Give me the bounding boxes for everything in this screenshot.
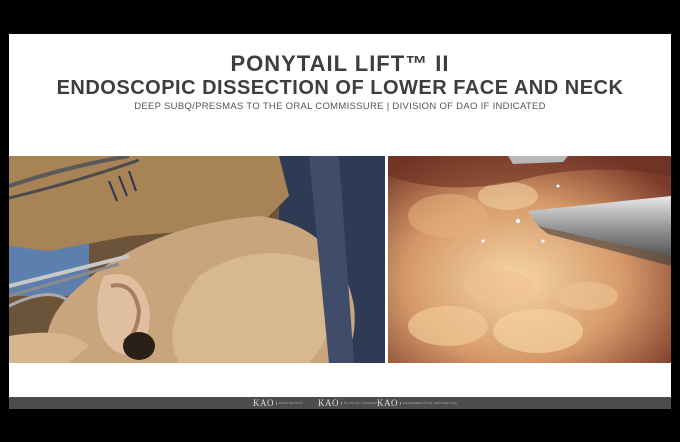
slide: PONYTAIL LIFT™ II ENDOSCOPIC DISSECTION …	[9, 34, 671, 409]
external-surgical-view-image	[9, 156, 385, 363]
slide-caption: DEEP SUBQ/PRESMAS TO THE ORAL COMMISSURE…	[134, 101, 546, 112]
endoscopic-view-illustration	[388, 156, 671, 363]
footer-bar: KAO AESTHETICS KAO PLASTIC SURGERY KAO R…	[9, 397, 671, 409]
brand-name: KAO	[318, 398, 339, 408]
slide-subtitle: ENDOSCOPIC DISSECTION OF LOWER FACE AND …	[56, 77, 624, 99]
slide-title: PONYTAIL LIFT™ II	[230, 51, 450, 76]
brand-tag: REGENERATIVE AESTHETICS	[400, 401, 457, 405]
external-view-illustration	[9, 156, 385, 363]
footer-brand-logo: KAO AESTHETICS	[253, 398, 303, 408]
footer-brand-logo: KAO REGENERATIVE AESTHETICS	[377, 398, 457, 408]
endoscopic-view-image	[388, 156, 671, 363]
footer-brand-logo: KAO PLASTIC SURGERY	[318, 398, 380, 408]
brand-tag: PLASTIC SURGERY	[341, 401, 380, 405]
brand-name: KAO	[253, 398, 274, 408]
brand-name: KAO	[377, 398, 398, 408]
brand-tag: AESTHETICS	[276, 401, 303, 405]
